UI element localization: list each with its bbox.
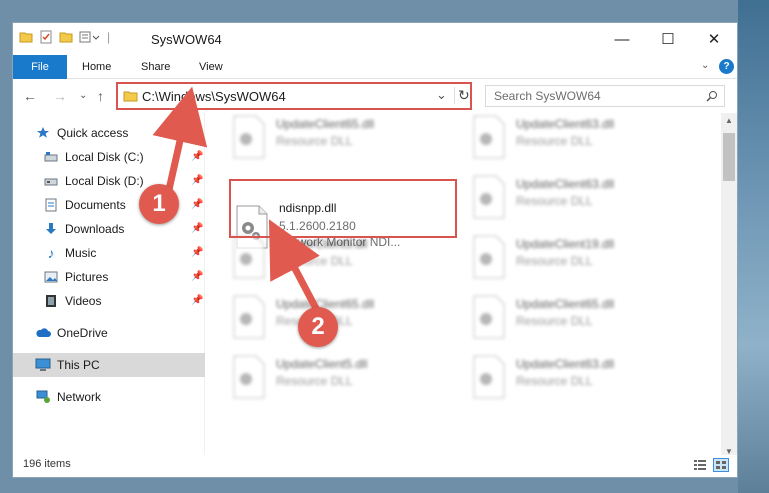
step-1-badge: 1 [139,184,179,224]
arrow-1 [152,86,208,198]
annotation-arrows [152,86,324,320]
arrow-2 [268,219,324,320]
step-2-badge: 2 [298,307,338,347]
